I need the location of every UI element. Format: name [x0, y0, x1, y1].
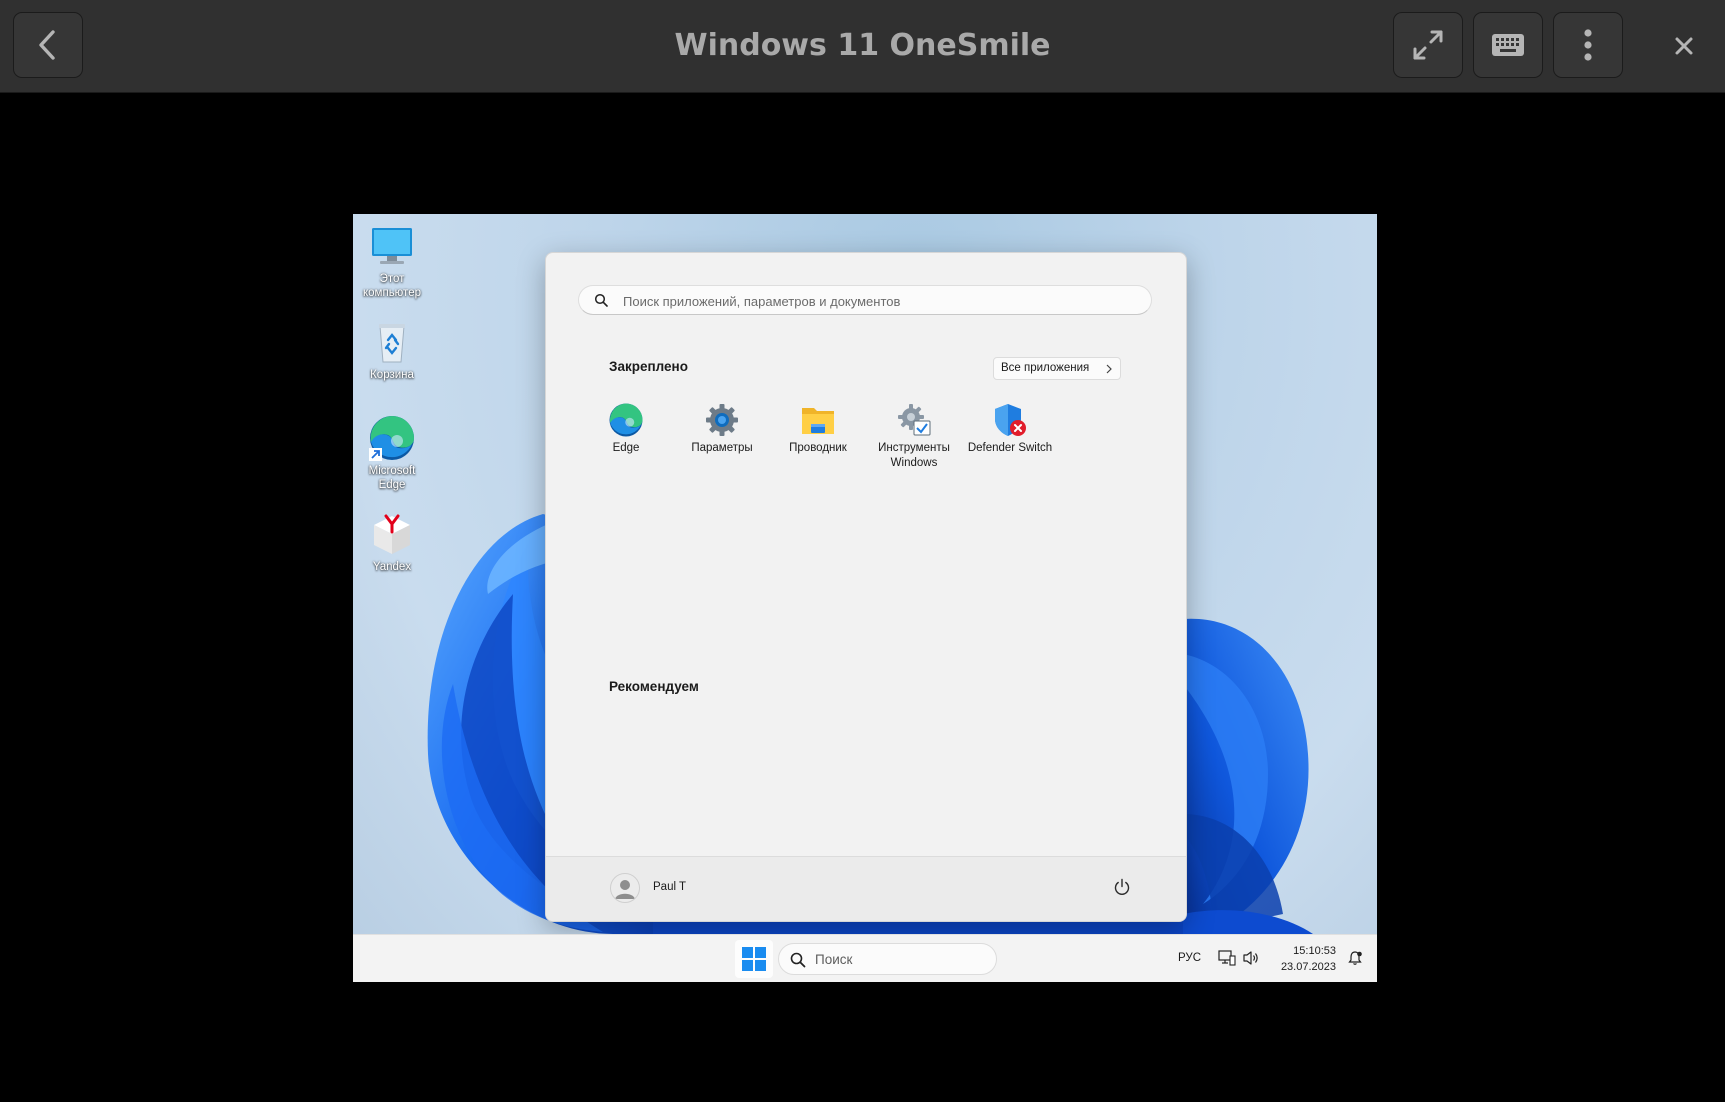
desktop-icon-recycle-bin[interactable]: Корзина — [355, 318, 429, 382]
keyboard-button[interactable] — [1473, 12, 1543, 78]
search-icon — [790, 952, 806, 968]
monitor-icon — [368, 222, 416, 270]
start-menu: Закреплено Все приложения Edge — [545, 252, 1187, 922]
desktop-icon-label: Microsoft — [368, 465, 416, 477]
power-icon — [1114, 878, 1130, 895]
pinned-app-label: Параметры — [691, 442, 753, 454]
start-menu-footer: Paul T — [546, 856, 1186, 921]
pinned-app-settings[interactable]: Параметры — [674, 402, 770, 456]
user-icon — [615, 880, 635, 899]
power-button[interactable] — [1113, 878, 1131, 901]
all-apps-label: Все приложения — [1001, 362, 1090, 374]
recycle-bin-icon — [368, 318, 416, 366]
desktop-icon-label: Корзина — [370, 369, 414, 381]
folder-icon — [800, 402, 836, 438]
recommended-section-title: Рекомендуем — [609, 679, 699, 694]
search-icon — [594, 293, 608, 307]
fullscreen-icon — [1413, 30, 1443, 60]
windows-logo-icon — [742, 947, 766, 971]
desktop-icon-label: Yandex — [372, 561, 412, 573]
start-search-input[interactable] — [621, 290, 1145, 312]
pinned-app-label: Инструменты — [878, 442, 950, 454]
desktop-icon-this-pc[interactable]: Этот компьютер — [355, 222, 429, 300]
viewer-title: Windows 11 OneSmile — [674, 28, 1051, 63]
close-button[interactable] — [1660, 26, 1708, 66]
vm-screen[interactable]: Этот компьютер Корзина Microsoft Edge Ya… — [353, 214, 1377, 982]
network-button[interactable] — [1218, 950, 1236, 971]
back-icon — [39, 30, 55, 60]
back-button[interactable] — [13, 12, 83, 78]
language-indicator[interactable]: РУС — [1178, 952, 1201, 964]
taskbar-clock[interactable]: 15:10:53 23.07.2023 — [1266, 943, 1336, 975]
more-options-button[interactable] — [1553, 12, 1623, 78]
network-icon — [1218, 950, 1236, 966]
volume-button[interactable] — [1242, 950, 1260, 971]
keyboard-icon — [1492, 34, 1524, 56]
chevron-right-icon — [1106, 364, 1112, 374]
edge-icon — [368, 414, 416, 462]
notification-bell-icon — [1348, 951, 1362, 965]
edge-icon — [608, 402, 644, 438]
pinned-app-label: Проводник — [789, 442, 847, 454]
desktop-icon-label: компьютер — [363, 287, 421, 299]
more-vertical-icon — [1584, 29, 1592, 61]
notifications-button[interactable] — [1347, 950, 1363, 971]
all-apps-button[interactable]: Все приложения — [993, 357, 1121, 380]
start-search-box[interactable] — [578, 285, 1152, 315]
viewer-header: Windows 11 OneSmile — [0, 0, 1725, 93]
defender-shield-icon — [992, 402, 1028, 438]
clock-date: 23.07.2023 — [1280, 961, 1336, 973]
pinned-app-windows-tools[interactable]: Инструменты Windows — [866, 402, 962, 471]
pinned-app-edge[interactable]: Edge — [578, 402, 674, 456]
pinned-app-label: Defender Switch — [967, 442, 1053, 454]
taskbar-search[interactable]: Поиск — [778, 943, 997, 975]
settings-gear-icon — [704, 402, 740, 438]
yandex-icon — [368, 510, 416, 558]
pinned-app-label: Edge — [612, 442, 640, 454]
desktop-icon-label: Edge — [378, 479, 406, 491]
close-icon — [1675, 37, 1693, 55]
clock-time: 15:10:53 — [1293, 945, 1336, 957]
pinned-app-defender-switch[interactable]: Defender Switch — [962, 402, 1058, 456]
fullscreen-button[interactable] — [1393, 12, 1463, 78]
user-name[interactable]: Paul T — [653, 881, 686, 893]
desktop-icon-yandex[interactable]: Yandex — [355, 510, 429, 574]
desktop-icon-label: Этот — [379, 273, 405, 285]
windows-tools-icon — [896, 402, 932, 438]
desktop-icon-microsoft-edge[interactable]: Microsoft Edge — [355, 414, 429, 492]
pinned-section-title: Закреплено — [609, 359, 688, 374]
pinned-app-explorer[interactable]: Проводник — [770, 402, 866, 456]
volume-icon — [1243, 951, 1258, 965]
start-button[interactable] — [735, 940, 773, 978]
pinned-app-label: Windows — [890, 457, 938, 469]
taskbar-search-label: Поиск — [815, 952, 853, 967]
avatar[interactable] — [610, 873, 640, 903]
taskbar: Поиск РУС 15:10:53 23.07.2023 — [353, 934, 1377, 982]
